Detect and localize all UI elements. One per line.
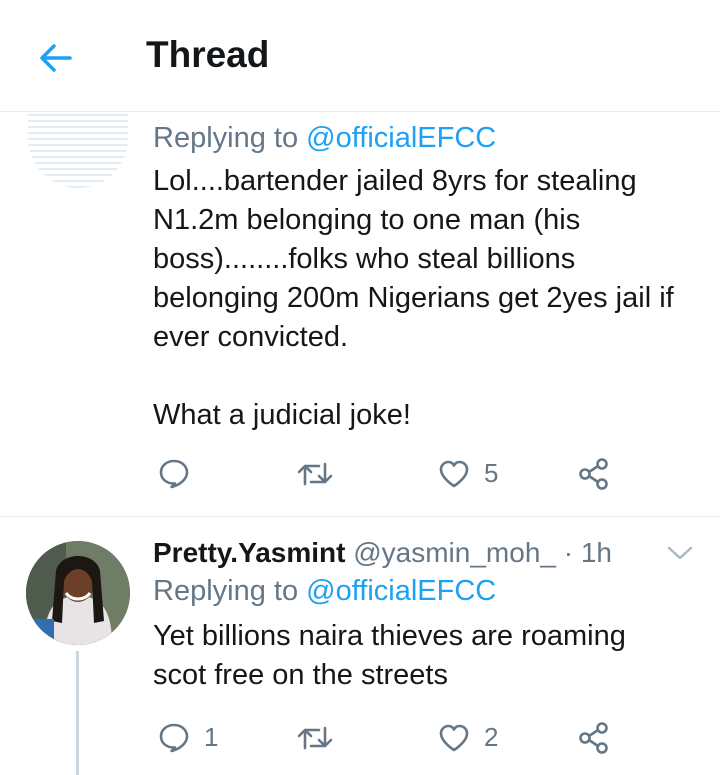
retweet-button[interactable] bbox=[297, 724, 333, 752]
like-count: 5 bbox=[484, 458, 499, 488]
share-button[interactable] bbox=[578, 457, 610, 491]
replying-label: Replying to bbox=[153, 122, 299, 154]
avatar[interactable] bbox=[26, 541, 130, 645]
profile-photo bbox=[26, 541, 130, 645]
retweet-button[interactable] bbox=[297, 460, 333, 488]
replying-handle-link[interactable]: @officialEFCC bbox=[306, 122, 496, 154]
separator: · bbox=[563, 537, 574, 568]
arrow-left-icon bbox=[40, 44, 72, 72]
more-button[interactable] bbox=[665, 543, 695, 563]
back-button[interactable] bbox=[34, 38, 78, 78]
page-title: Thread bbox=[146, 34, 270, 75]
tweet-text: Yet billions naira thieves are roaming s… bbox=[153, 620, 626, 691]
like-button[interactable]: 5 bbox=[438, 458, 498, 489]
reply-count: 1 bbox=[204, 721, 219, 752]
replying-label: Replying to bbox=[153, 575, 299, 607]
tweet[interactable]: Replying to @officialEFCC Lol....bartend… bbox=[0, 112, 720, 517]
tweet-text: Lol....bartender jailed 8yrs for stealin… bbox=[153, 165, 674, 431]
avatar[interactable] bbox=[28, 112, 128, 188]
reply-button[interactable] bbox=[158, 457, 190, 489]
reply-button[interactable]: 1 bbox=[158, 721, 218, 753]
heart-icon bbox=[439, 724, 469, 751]
share-icon bbox=[579, 722, 608, 754]
share-button[interactable] bbox=[578, 721, 610, 755]
retweet-icon bbox=[297, 462, 333, 486]
heart-icon bbox=[439, 460, 469, 487]
tweet[interactable]: Pretty.Yasmint @yasmin_moh_ · 1h Replyin… bbox=[0, 517, 720, 775]
app-header: Thread bbox=[0, 0, 720, 112]
reply-icon bbox=[159, 723, 189, 753]
thread-line bbox=[76, 651, 79, 775]
timestamp[interactable]: 1h bbox=[581, 537, 612, 568]
replying-to: Replying to @officialEFCC bbox=[153, 575, 496, 608]
like-count: 2 bbox=[484, 722, 499, 752]
handle[interactable]: @yasmin_moh_ bbox=[353, 537, 556, 568]
retweet-icon bbox=[297, 726, 333, 750]
replying-handle-link[interactable]: @officialEFCC bbox=[306, 575, 496, 607]
chevron-down-icon bbox=[667, 546, 693, 560]
like-button[interactable]: 2 bbox=[438, 722, 498, 753]
tweet-author: Pretty.Yasmint @yasmin_moh_ · 1h bbox=[153, 537, 612, 569]
reply-icon bbox=[159, 459, 189, 489]
display-name[interactable]: Pretty.Yasmint bbox=[153, 537, 345, 568]
replying-to: Replying to @officialEFCC bbox=[153, 122, 496, 155]
share-icon bbox=[579, 458, 608, 490]
